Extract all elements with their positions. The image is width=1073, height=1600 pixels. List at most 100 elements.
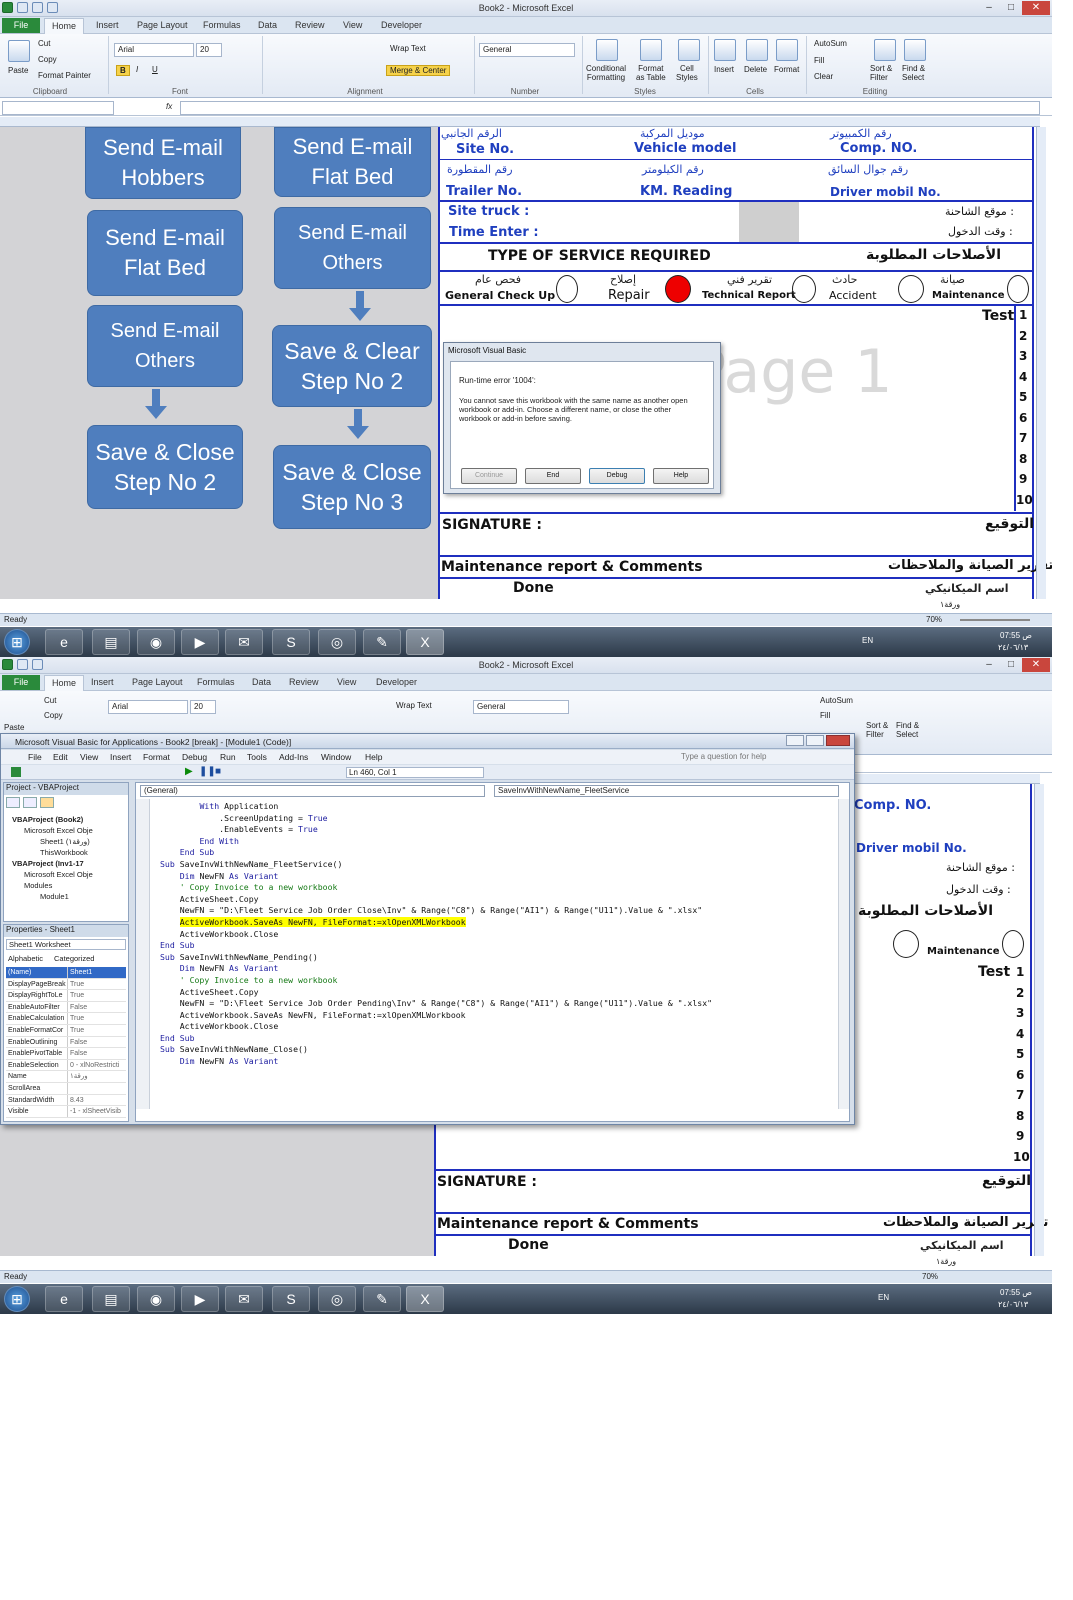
tab-insert[interactable]: Insert — [91, 677, 114, 687]
zoom-level[interactable]: 70% — [926, 615, 942, 624]
format-as-table-icon[interactable] — [640, 39, 662, 61]
tab-categorized[interactable]: Categorized — [54, 954, 94, 963]
menu-run[interactable]: Run — [220, 752, 236, 762]
sort-filter-icon[interactable] — [874, 39, 896, 61]
media-player-icon[interactable]: ▶ — [181, 1286, 219, 1312]
view-excel-icon[interactable] — [11, 767, 21, 777]
tab-alphabetic[interactable]: Alphabetic — [8, 954, 43, 963]
zoom-slider[interactable] — [960, 619, 1030, 621]
excel-taskbar-icon[interactable]: X — [406, 629, 444, 655]
tab-developer[interactable]: Developer — [381, 20, 422, 30]
vbe-maximize-button[interactable] — [806, 735, 824, 746]
tab-page-layout[interactable]: Page Layout — [132, 677, 183, 687]
general-option[interactable] — [556, 275, 578, 303]
property-row[interactable]: EnableSelection 0 - xlNoRestricti — [6, 1059, 126, 1072]
font-size-box[interactable]: 20 — [190, 700, 216, 714]
wrap-text-button[interactable]: Wrap Text — [396, 701, 432, 710]
property-value[interactable]: True — [68, 979, 126, 990]
tree-item[interactable]: VBAProject (Inv1-17 — [12, 859, 84, 868]
property-row[interactable]: EnablePivotTable False — [6, 1048, 126, 1060]
property-row[interactable]: EnableAutoFilter False — [6, 1001, 126, 1014]
tab-insert[interactable]: Insert — [96, 20, 119, 30]
skype-icon[interactable]: S — [272, 629, 310, 655]
copy-button[interactable]: Copy — [38, 55, 57, 64]
autosum-button[interactable]: AutoSum — [820, 696, 853, 705]
menu-view[interactable]: View — [80, 752, 98, 762]
save-clear-step2-button[interactable]: Save & Clear Step No 2 — [272, 325, 432, 407]
property-value[interactable]: ورقة١ — [68, 1071, 126, 1082]
underline-button[interactable]: U — [152, 65, 158, 74]
menu-file[interactable]: File — [28, 752, 42, 762]
object-combo[interactable]: (General) — [140, 785, 485, 797]
tab-view[interactable]: View — [337, 677, 356, 687]
start-button[interactable]: ⊞ — [4, 1286, 30, 1312]
explorer-icon[interactable]: ▤ — [92, 629, 130, 655]
tree-item[interactable]: Microsoft Excel Obje — [24, 826, 93, 835]
number-format-box[interactable]: General — [473, 700, 569, 714]
send-email-others-button[interactable]: Send E-mail Others — [87, 305, 243, 387]
tab-home[interactable]: Home — [44, 18, 84, 35]
property-value[interactable]: 8.43 — [68, 1095, 126, 1106]
repair-option-selected[interactable] — [665, 275, 691, 303]
tab-view[interactable]: View — [343, 20, 362, 30]
bold-button[interactable]: B — [116, 65, 130, 76]
outlook-icon[interactable]: ✉ — [225, 1286, 263, 1312]
copy-button[interactable]: Copy — [44, 711, 63, 720]
cut-button[interactable]: Cut — [38, 39, 50, 48]
minimize-button[interactable]: – — [978, 1, 1000, 15]
close-button[interactable]: ✕ — [1022, 658, 1050, 672]
tab-formulas[interactable]: Formulas — [203, 20, 241, 30]
explorer-icon[interactable]: ▤ — [92, 1286, 130, 1312]
app-icon[interactable]: ✎ — [363, 629, 401, 655]
formula-input[interactable] — [180, 101, 1040, 115]
sheet-tab[interactable]: ورقة١ — [936, 1257, 956, 1266]
property-value[interactable]: False — [68, 1048, 126, 1059]
font-name-box[interactable]: Arial — [108, 700, 188, 714]
menu-window[interactable]: Window — [321, 752, 351, 762]
fill-button[interactable]: Fill — [820, 711, 830, 720]
menu-edit[interactable]: Edit — [53, 752, 68, 762]
tab-file[interactable]: File — [2, 675, 40, 690]
toggle-folders-icon[interactable] — [40, 797, 54, 808]
property-value[interactable]: True — [68, 990, 126, 1001]
zoom-level[interactable]: 70% — [922, 1272, 938, 1281]
tab-formulas[interactable]: Formulas — [197, 677, 235, 687]
chrome-icon[interactable]: ◎ — [318, 1286, 356, 1312]
clear-button[interactable]: Clear — [814, 72, 833, 81]
send-email-hobbers-button[interactable]: Send E-mail Hobbers — [85, 127, 241, 199]
property-value[interactable]: Sheet1 — [68, 967, 126, 978]
property-row[interactable]: DisplayRightToLe True — [6, 990, 126, 1002]
tab-file[interactable]: File — [2, 18, 40, 33]
tree-item[interactable]: VBAProject (Book2) — [12, 815, 83, 824]
tab-review[interactable]: Review — [295, 20, 325, 30]
accident-option[interactable] — [893, 930, 919, 958]
property-row[interactable]: EnableOutlining False — [6, 1036, 126, 1049]
view-code-icon[interactable] — [6, 797, 20, 808]
font-size-box[interactable]: 20 — [196, 43, 222, 57]
menu-help[interactable]: Help — [365, 752, 382, 762]
code-editor[interactable]: With Application .ScreenUpdating = True … — [160, 801, 840, 1109]
send-email-others-button-2[interactable]: Send E-mail Others — [274, 207, 431, 289]
app-icon[interactable]: ✎ — [363, 1286, 401, 1312]
sheet-tab[interactable]: ورقة١ — [940, 600, 960, 609]
number-format-box[interactable]: General — [479, 43, 575, 57]
tab-home[interactable]: Home — [44, 675, 84, 692]
property-value[interactable]: True — [68, 1025, 126, 1036]
vbe-minimize-button[interactable] — [786, 735, 804, 746]
help-search-input[interactable]: Type a question for help — [681, 752, 766, 761]
ie-icon[interactable]: e — [45, 1286, 83, 1312]
tree-item[interactable]: Microsoft Excel Obje — [24, 870, 93, 879]
tab-data[interactable]: Data — [258, 20, 277, 30]
merge-center-button[interactable]: Merge & Center — [386, 65, 451, 76]
property-value[interactable]: True — [68, 1013, 126, 1024]
save-close-step3-button[interactable]: Save & Close Step No 3 — [273, 445, 431, 529]
save-close-step2-button[interactable]: Save & Close Step No 2 — [87, 425, 243, 509]
property-row[interactable]: StandardWidth 8.43 — [6, 1094, 126, 1107]
format-cells-icon[interactable] — [776, 39, 798, 61]
property-value[interactable]: False — [68, 1002, 126, 1013]
send-email-flatbed-button[interactable]: Send E-mail Flat Bed — [87, 210, 243, 296]
technical-option[interactable] — [792, 275, 816, 303]
property-value[interactable] — [68, 1083, 126, 1094]
insert-cells-icon[interactable] — [714, 39, 736, 61]
media-player-icon[interactable]: ▶ — [181, 629, 219, 655]
